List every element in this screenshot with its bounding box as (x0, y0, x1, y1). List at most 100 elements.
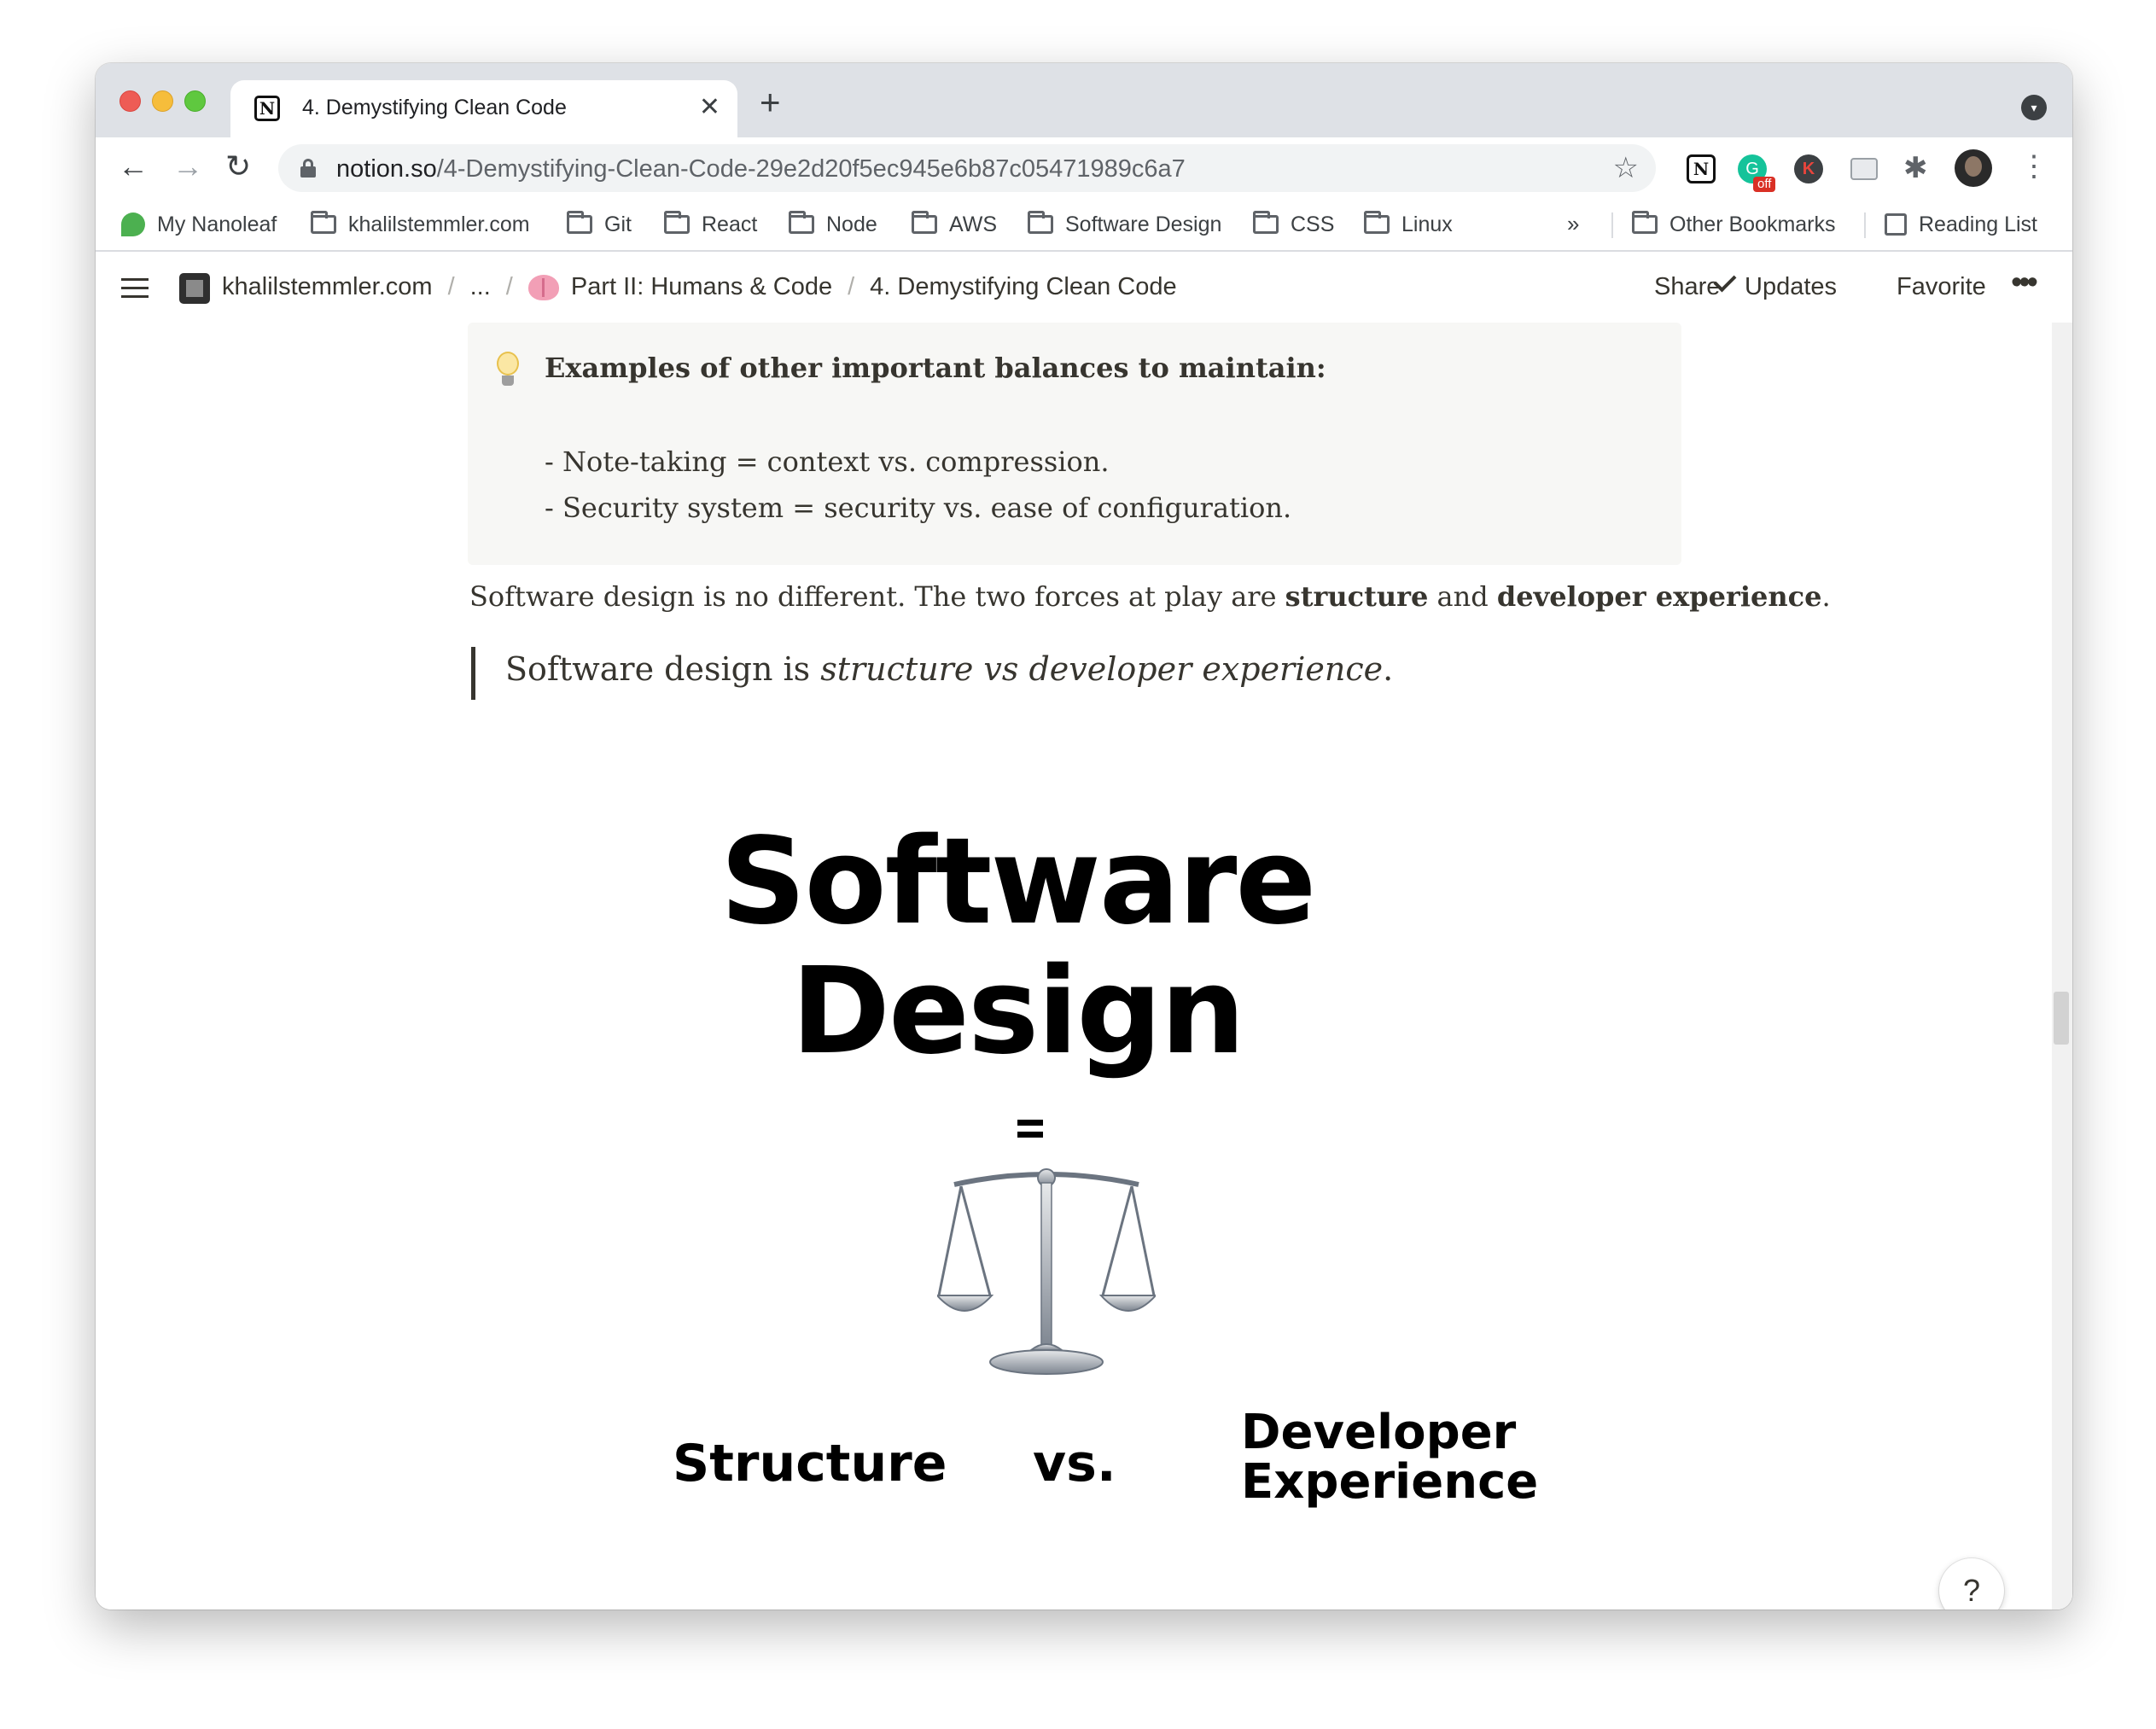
bookmark-folder-linux[interactable]: Linux (1364, 211, 1453, 238)
reload-icon[interactable]: ↻ (225, 149, 251, 183)
scrollbar-thumb[interactable] (2054, 992, 2069, 1045)
sidebar-menu-icon[interactable] (121, 278, 149, 299)
breadcrumb-ellipsis[interactable]: ... (470, 273, 491, 301)
quote-bar (471, 647, 475, 700)
scrollbar-track[interactable] (2052, 323, 2072, 1610)
help-button[interactable]: ? (1939, 1558, 2004, 1610)
url-host: notion.so (336, 155, 437, 183)
bookmark-label: CSS (1291, 212, 1335, 236)
bookmarks-overflow-button[interactable]: » (1567, 211, 1579, 237)
favorite-button[interactable]: Favorite (1897, 273, 1986, 301)
bookmark-reading-list[interactable]: Reading List (1885, 211, 2037, 238)
illustration-title-line: Design (790, 942, 1245, 1081)
close-window-button[interactable] (119, 90, 141, 112)
breadcrumb-separator: / (447, 273, 455, 300)
paragraph-text: and (1428, 580, 1497, 613)
profile-avatar[interactable] (1955, 149, 1992, 187)
brain-icon (527, 274, 559, 300)
paragraph-bold: developer experience (1496, 580, 1822, 613)
bookmark-folder-khalilstemmler[interactable]: khalilstemmler.com (311, 211, 530, 238)
bookmarks-divider (1864, 212, 1866, 238)
share-button[interactable]: Share (1654, 273, 1720, 301)
more-options-icon[interactable]: ••• (2011, 265, 2038, 301)
callout-title: Examples of other important balances to … (545, 352, 1326, 384)
updates-button[interactable]: Updates (1713, 269, 1837, 301)
callout-line: - Security system = security vs. ease of… (545, 492, 1292, 524)
bookmark-label: Node (826, 212, 877, 236)
url-text[interactable]: notion.so/4-Demystifying-Clean-Code-29e2… (336, 155, 1186, 183)
minimize-window-button[interactable] (152, 90, 173, 112)
bookmark-folder-css[interactable]: CSS (1253, 211, 1334, 238)
reading-list-icon (1885, 213, 1907, 236)
folder-icon (789, 211, 814, 234)
callout-line: - Note-taking = context vs. compression. (545, 445, 1110, 478)
bookmark-label: AWS (949, 212, 998, 236)
notion-topbar: khalilstemmler.com / ... / Part II: Huma… (96, 253, 2072, 323)
cast-extension-icon[interactable] (1850, 158, 1878, 180)
bookmark-folder-git[interactable]: Git (567, 211, 632, 238)
back-arrow-icon[interactable]: ← (118, 149, 149, 183)
bookmark-folder-react[interactable]: React (664, 211, 757, 238)
tab-title: 4. Demystifying Clean Code (302, 96, 567, 119)
quote-block[interactable]: Software design is structure vs develope… (505, 650, 1393, 688)
bookmark-folder-software-design[interactable]: Software Design (1028, 211, 1221, 238)
browser-window: N 4. Demystifying Clean Code ✕ + ▾ ← → ↻… (96, 63, 2072, 1610)
folder-icon (1632, 211, 1658, 234)
folder-icon (912, 211, 937, 234)
lightbulb-icon (497, 352, 519, 389)
text-paragraph[interactable]: Software design is no different. The two… (469, 580, 1831, 613)
breadcrumb-separator: / (505, 273, 513, 300)
illustration-title: Software Design (591, 818, 1444, 1077)
quote-text: . (1383, 650, 1394, 688)
lock-icon[interactable] (300, 159, 316, 178)
developer-experience-label: Developer Experience (1241, 1408, 1538, 1507)
address-bar[interactable]: notion.so/4-Demystifying-Clean-Code-29e2… (278, 144, 1656, 192)
url-path: /4-Demystifying-Clean-Code-29e2d20f5ec94… (436, 155, 1186, 183)
forward-arrow-icon[interactable]: → (172, 149, 203, 183)
breadcrumb-parent[interactable]: Part II: Humans & Code (571, 273, 832, 301)
bookmark-label: Linux (1401, 212, 1453, 236)
callout-block[interactable]: Examples of other important balances to … (468, 323, 1681, 565)
folder-icon (311, 211, 336, 234)
folder-icon (1364, 211, 1390, 234)
bookmark-my-nanoleaf[interactable]: My Nanoleaf (121, 211, 277, 238)
grammarly-off-badge: off (1753, 177, 1776, 192)
nanoleaf-icon (121, 212, 145, 236)
maximize-window-button[interactable] (184, 90, 206, 112)
tab-active[interactable]: N 4. Demystifying Clean Code ✕ (230, 80, 737, 137)
balance-scale-icon (937, 1168, 1156, 1375)
bookmark-label: Software Design (1065, 212, 1222, 236)
page-content: Examples of other important balances to … (96, 323, 2072, 1610)
structure-label: Structure (673, 1434, 947, 1493)
browser-toolbar: ← → ↻ notion.so/4-Demystifying-Clean-Cod… (96, 137, 2072, 197)
workspace-icon (179, 273, 210, 304)
notion-extension-icon[interactable]: N (1687, 154, 1716, 183)
breadcrumb-separator: / (848, 273, 855, 300)
tab-close-icon[interactable]: ✕ (699, 92, 720, 123)
chrome-menu-icon[interactable]: ⋮ (2019, 149, 2048, 183)
breadcrumb-current[interactable]: 4. Demystifying Clean Code (870, 273, 1176, 301)
bookmark-label: React (702, 212, 758, 236)
quote-italic: structure vs developer experience (820, 650, 1384, 688)
bookmark-other-bookmarks[interactable]: Other Bookmarks (1632, 211, 1836, 238)
bookmarks-bar: My Nanoleaf khalilstemmler.com Git React… (96, 197, 2072, 252)
new-tab-button[interactable]: + (760, 84, 781, 120)
illustration-title-line: Software (720, 812, 1317, 952)
folder-icon (1028, 211, 1053, 234)
bookmark-folder-node[interactable]: Node (789, 211, 877, 238)
bookmark-label: khalilstemmler.com (348, 212, 530, 236)
quote-text: Software design is (505, 650, 821, 688)
bookmark-label: Reading List (1919, 212, 2037, 236)
bookmark-star-icon[interactable]: ☆ (1613, 151, 1639, 185)
check-icon (1713, 269, 1737, 293)
breadcrumb-workspace[interactable]: khalilstemmler.com (222, 273, 433, 301)
bookmark-label: Git (604, 212, 632, 236)
extensions-puzzle-icon[interactable]: ✱ (1903, 151, 1932, 184)
paragraph-text: . (1821, 580, 1831, 613)
paragraph-text: Software design is no different. The two… (469, 580, 1285, 613)
folder-icon (664, 211, 690, 234)
k-extension-icon[interactable]: K (1794, 154, 1823, 183)
tab-strip: N 4. Demystifying Clean Code ✕ + ▾ (96, 63, 2072, 137)
bookmark-folder-aws[interactable]: AWS (912, 211, 997, 238)
tab-search-icon[interactable]: ▾ (2021, 95, 2047, 120)
